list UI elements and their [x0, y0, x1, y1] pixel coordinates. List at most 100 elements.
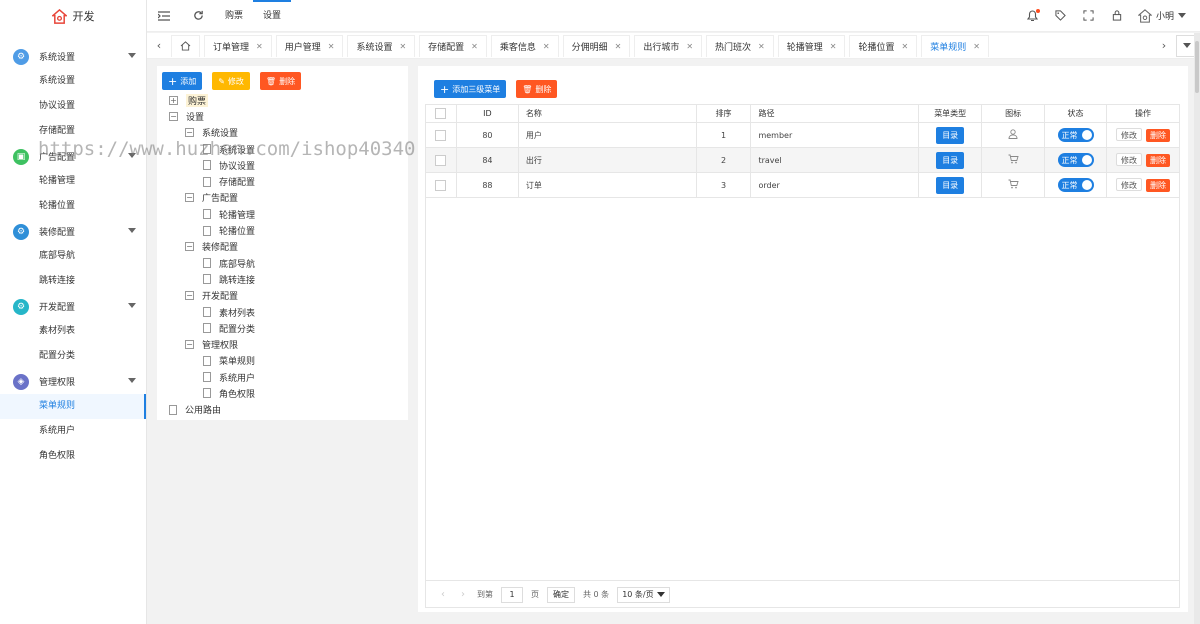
tree-node[interactable]: − 设置 — [157, 108, 408, 124]
menu-group-title[interactable]: ▣ 广告配置 — [0, 144, 146, 169]
row-checkbox[interactable] — [435, 179, 447, 191]
sidebar-item[interactable]: 轮播位置 — [0, 194, 146, 219]
tab-item[interactable]: 轮播管理 ✕ — [777, 34, 846, 57]
status-toggle[interactable]: 正常 — [1057, 178, 1094, 192]
tab-item[interactable]: 轮播位置 ✕ — [849, 34, 918, 57]
tree-node[interactable]: 素材列表 — [157, 304, 408, 320]
close-icon[interactable]: ✕ — [543, 42, 550, 51]
row-checkbox[interactable] — [435, 129, 447, 141]
tabs-next-icon[interactable]: › — [1152, 33, 1176, 59]
col-status[interactable]: 状态 — [1044, 104, 1108, 123]
tree-node[interactable]: 角色权限 — [157, 385, 408, 401]
sidebar-item[interactable]: 存储配置 — [0, 119, 146, 144]
tree-node[interactable]: + 购票 — [157, 92, 408, 108]
row-delete-button[interactable]: 删除 — [1146, 179, 1170, 192]
menu-group-title[interactable]: ⚙ 系统设置 — [0, 44, 146, 69]
tree-node[interactable]: 协议设置 — [157, 157, 408, 173]
tree-node[interactable]: 配置分类 — [157, 320, 408, 336]
close-icon[interactable]: ✕ — [973, 42, 980, 51]
tab-item[interactable]: 用户管理 ✕ — [275, 34, 344, 57]
col-type[interactable]: 菜单类型 — [918, 104, 983, 123]
row-edit-button[interactable]: 修改 — [1116, 178, 1142, 191]
close-icon[interactable]: ✕ — [830, 42, 837, 51]
app-logo[interactable]: 开发 — [0, 0, 146, 32]
collapse-icon[interactable]: − — [185, 193, 194, 203]
top-nav-ticket[interactable]: 购票 — [215, 0, 253, 32]
collapse-icon[interactable]: − — [185, 291, 194, 301]
table-row[interactable]: 80 用户 1 member 目录 正常 修改 删除 — [425, 122, 1180, 148]
batch-delete-button[interactable]: 🗑 删除 — [516, 80, 558, 98]
collapse-icon[interactable]: − — [169, 111, 178, 121]
page-next-icon[interactable]: › — [457, 589, 469, 600]
col-icon[interactable]: 图标 — [981, 104, 1046, 123]
sidebar-item[interactable]: 配置分类 — [0, 344, 146, 369]
menu-type-badge[interactable]: 目录 — [936, 151, 965, 169]
sidebar-item[interactable]: 角色权限 — [0, 444, 146, 469]
row-edit-button[interactable]: 修改 — [1116, 128, 1142, 141]
menu-type-badge[interactable]: 目录 — [936, 126, 965, 144]
col-id[interactable]: ID — [455, 104, 519, 123]
close-icon[interactable]: ✕ — [399, 42, 406, 51]
table-row[interactable]: 84 出行 2 travel 目录 正常 修改 删除 — [425, 147, 1180, 173]
tree-node[interactable]: − 装修配置 — [157, 239, 408, 255]
top-nav-settings[interactable]: 设置 — [253, 0, 292, 32]
tree-node[interactable]: − 管理权限 — [157, 336, 408, 352]
tree-node[interactable]: 公用路由 — [157, 402, 408, 418]
tree-node[interactable]: 存储配置 — [157, 173, 408, 189]
row-checkbox[interactable] — [435, 154, 447, 166]
tab-item[interactable]: 热门班次 ✕ — [706, 34, 774, 57]
close-icon[interactable]: ✕ — [471, 42, 478, 51]
row-delete-button[interactable]: 删除 — [1146, 129, 1170, 142]
page-scrollbar[interactable] — [1194, 33, 1200, 624]
tree-node[interactable]: 系统设置 — [157, 141, 408, 157]
sidebar-item[interactable]: 底部导航 — [0, 244, 146, 269]
sidebar-item[interactable]: 菜单规则 — [0, 394, 146, 419]
col-name[interactable]: 名称 — [517, 104, 697, 123]
collapse-icon[interactable]: − — [185, 128, 194, 138]
status-toggle[interactable]: 正常 — [1057, 153, 1094, 167]
col-path[interactable]: 路径 — [750, 104, 920, 123]
tab-item[interactable]: 存储配置 ✕ — [419, 34, 487, 57]
tree-node[interactable]: 轮播位置 — [157, 222, 408, 238]
tab-item[interactable]: 菜单规则 ✕ — [921, 34, 989, 57]
tree-node[interactable]: 底部导航 — [157, 255, 408, 271]
collapse-icon[interactable]: − — [185, 242, 194, 252]
tree-add-button[interactable]: + 添加 — [162, 72, 203, 90]
menu-group-title[interactable]: ◈ 管理权限 — [0, 369, 146, 394]
page-size-select[interactable]: 10 条/页 — [617, 586, 670, 603]
page-prev-icon[interactable]: ‹ — [437, 589, 449, 600]
close-icon[interactable]: ✕ — [256, 42, 263, 51]
row-delete-button[interactable]: 删除 — [1146, 154, 1170, 167]
tabs-prev-icon[interactable]: ‹ — [147, 33, 171, 59]
user-menu[interactable]: 小明 — [1137, 8, 1186, 23]
row-edit-button[interactable]: 修改 — [1116, 153, 1142, 166]
tree-edit-button[interactable]: ✎ 修改 — [212, 72, 250, 90]
close-icon[interactable]: ✕ — [615, 42, 622, 51]
add-third-menu-button[interactable]: + 添加三级菜单 — [434, 80, 507, 98]
col-actions[interactable]: 操作 — [1106, 104, 1180, 123]
page-input[interactable]: 1 — [501, 586, 523, 603]
select-all-checkbox[interactable] — [435, 108, 447, 119]
sidebar-item[interactable]: 系统设置 — [0, 69, 146, 94]
tab-item[interactable]: 乘客信息 ✕ — [490, 34, 559, 57]
close-icon[interactable]: ✕ — [328, 42, 335, 51]
tree-node[interactable]: − 系统设置 — [157, 125, 408, 141]
tree-node[interactable]: − 开发配置 — [157, 288, 408, 304]
tree-node[interactable]: 跳转连接 — [157, 271, 408, 287]
collapse-icon[interactable]: − — [185, 340, 194, 350]
tree-node[interactable]: 轮播管理 — [157, 206, 408, 222]
tab-item[interactable]: 订单管理 ✕ — [204, 34, 272, 57]
close-icon[interactable]: ✕ — [758, 42, 765, 51]
fullscreen-icon[interactable] — [1082, 9, 1096, 23]
tab-item[interactable]: 分佣明细 ✕ — [562, 34, 631, 57]
tag-icon[interactable] — [1054, 9, 1068, 23]
tree-node[interactable]: 系统用户 — [157, 369, 408, 385]
tree-node[interactable]: − 广告配置 — [157, 190, 408, 206]
close-icon[interactable]: ✕ — [686, 42, 693, 51]
tab-item[interactable]: 出行城市 ✕ — [634, 34, 703, 57]
sidebar-item[interactable]: 素材列表 — [0, 319, 146, 344]
status-toggle[interactable]: 正常 — [1057, 128, 1094, 142]
tab-item[interactable]: 系统设置 ✕ — [347, 34, 416, 57]
menu-group-title[interactable]: ⚙ 装修配置 — [0, 219, 146, 244]
bell-icon[interactable] — [1026, 8, 1040, 23]
